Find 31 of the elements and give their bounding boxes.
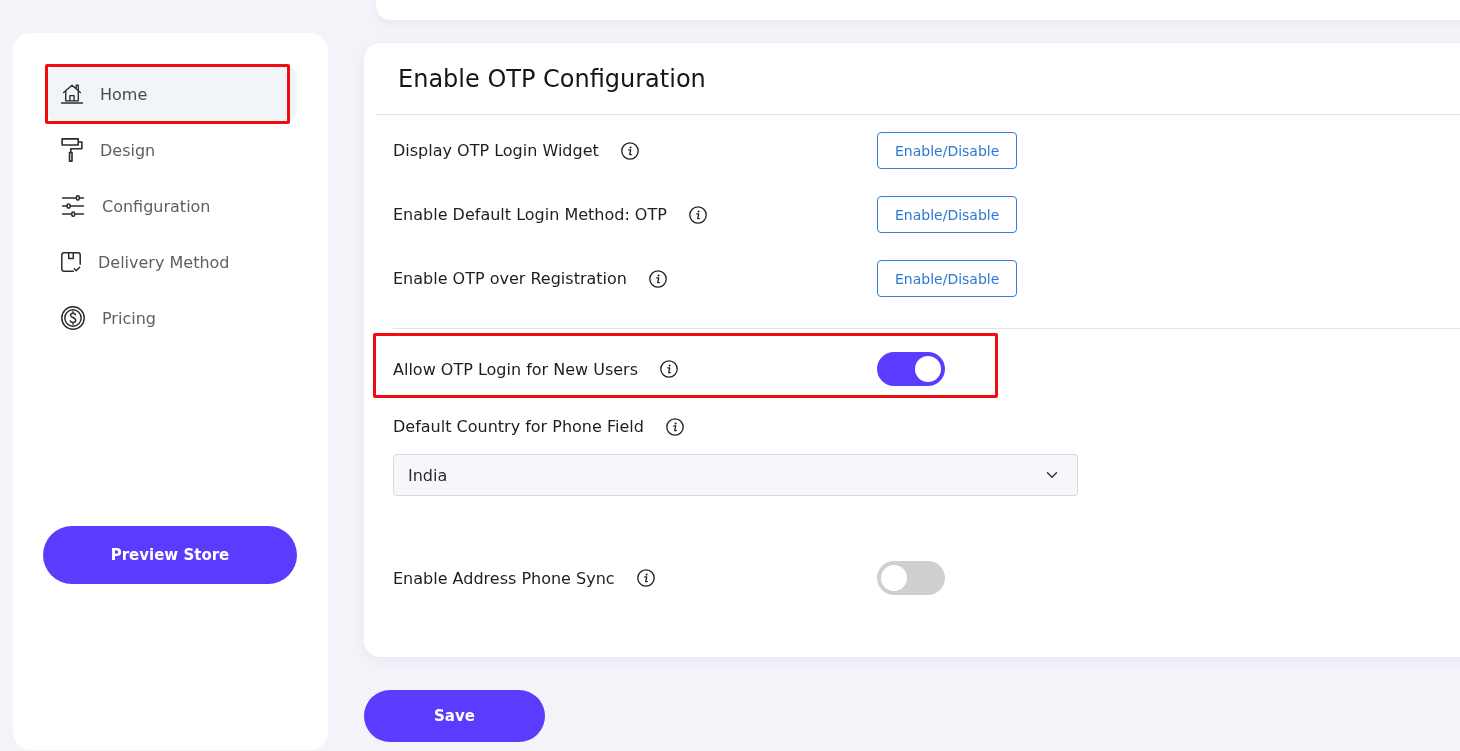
sidebar-item[interactable]: Design	[47, 122, 297, 178]
sidebar-item[interactable]: Configuration	[47, 178, 297, 234]
sidebar-item[interactable]: Delivery Method	[47, 234, 297, 290]
enable-disable-button[interactable]: Enable/Disable	[877, 260, 1018, 297]
enable-disable-button[interactable]: Enable/Disable	[877, 196, 1018, 233]
sidebar-item[interactable]: Home	[47, 66, 297, 122]
paint-roller-icon	[61, 138, 83, 162]
setting-label: Enable OTP over Registration	[393, 269, 627, 288]
enable-disable-button[interactable]: Enable/Disable	[877, 132, 1018, 169]
setting-label: Allow OTP Login for New Users	[393, 359, 639, 379]
dollar-coin-icon	[61, 306, 85, 330]
info-icon[interactable]	[665, 417, 684, 436]
country-select[interactable]: India	[393, 454, 1078, 496]
toggle-switch[interactable]	[877, 352, 945, 386]
box-check-icon	[61, 252, 81, 272]
preview-store-button[interactable]: Preview Store	[43, 526, 297, 584]
sliders-icon	[61, 195, 85, 217]
info-icon[interactable]	[688, 205, 707, 224]
info-icon[interactable]	[636, 569, 655, 587]
setting-label: Enable Default Login Method: OTP	[393, 205, 667, 224]
info-icon[interactable]	[660, 360, 679, 378]
setting-label: Default Country for Phone Field	[393, 417, 644, 436]
toggle-switch[interactable]	[877, 561, 945, 595]
setting-label: Display OTP Login Widget	[393, 141, 599, 160]
save-button[interactable]: Save	[364, 690, 545, 742]
info-icon[interactable]	[620, 141, 639, 160]
info-icon[interactable]	[648, 269, 667, 288]
sidebar-item[interactable]: Pricing	[47, 290, 297, 346]
card-title: Enable OTP Configuration	[398, 64, 706, 93]
setting-label: Enable Address Phone Sync	[393, 568, 615, 588]
home-icon	[61, 83, 83, 105]
